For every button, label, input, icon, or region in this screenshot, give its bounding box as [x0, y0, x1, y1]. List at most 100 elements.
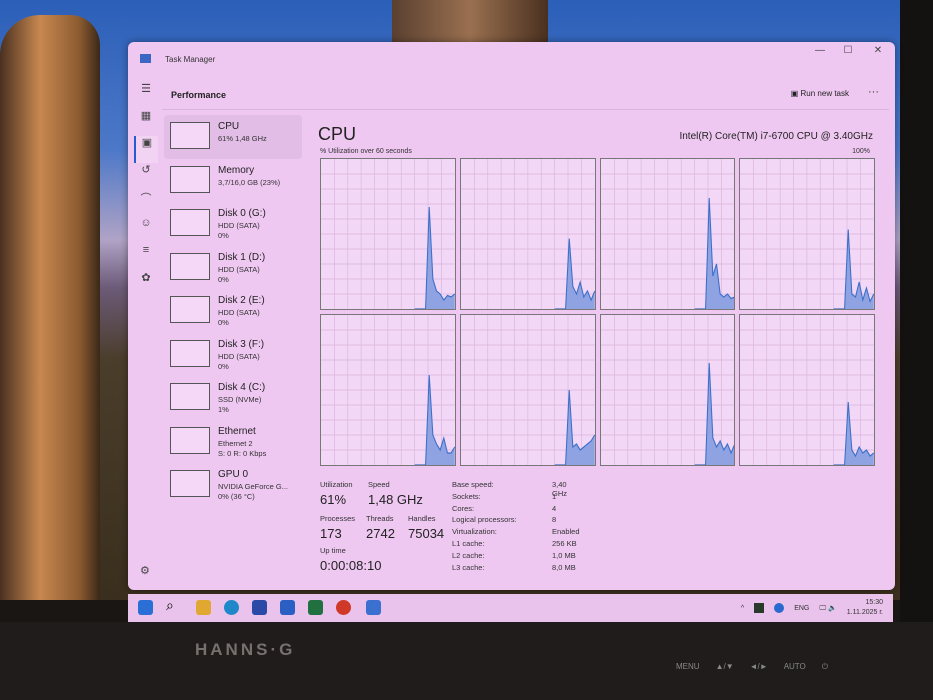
mini-graph: [170, 209, 210, 236]
language-indicator[interactable]: ENG: [794, 605, 809, 612]
processes-value: 173: [320, 526, 342, 541]
services-icon[interactable]: ✿: [134, 271, 158, 298]
mini-graph: [170, 122, 210, 149]
more-options-button[interactable]: ···: [868, 86, 879, 98]
core-graph-5: [459, 314, 596, 466]
monitor-button[interactable]: ◄/►: [750, 662, 768, 672]
uptime-label: Up time: [320, 546, 346, 555]
wallpaper-rock: [0, 15, 100, 600]
start-icon[interactable]: [138, 600, 153, 615]
settings-icon[interactable]: ⚙: [140, 564, 150, 577]
sidebar-item-ethernet[interactable]: Ethernet Ethernet 2 S: 0 R: 0 Kbps: [164, 420, 302, 464]
defender-icon[interactable]: [774, 603, 785, 613]
spec-value: Enabled: [552, 527, 580, 537]
task-manager-icon: [140, 54, 151, 63]
run-task-icon: ▣: [790, 89, 801, 98]
mini-graph: [170, 426, 210, 454]
item-name: Disk 1 (D:): [218, 251, 266, 263]
item-detail: S: 0 R: 0 Kbps: [218, 448, 267, 458]
monitor-button[interactable]: ⏻: [822, 662, 828, 672]
monitor-button[interactable]: MENU: [676, 662, 700, 672]
spec-key: Cores:: [452, 503, 475, 513]
mini-graph: [170, 339, 210, 367]
mini-graph: [170, 252, 210, 280]
sidebar-item-disk-1-d[interactable]: Disk 1 (D:) HDD (SATA) 0%: [164, 246, 302, 290]
show-hidden-icons-button[interactable]: ^: [741, 605, 744, 612]
spec-value: 1,0 MB: [552, 550, 576, 560]
item-detail: 0%: [218, 361, 229, 371]
spec-row: Sockets: 1: [452, 492, 582, 504]
system-tray: ^ ENG 🖵 🔈 15:30 1.11.2025 г.: [741, 598, 883, 618]
users-icon[interactable]: ☺: [134, 217, 158, 244]
spec-value: 8,0 MB: [552, 562, 576, 572]
spec-row: L2 cache: 1,0 MB: [452, 551, 582, 563]
details-icon[interactable]: ≡: [134, 244, 158, 271]
item-name: Disk 3 (F:): [218, 338, 265, 350]
item-detail: Ethernet 2: [218, 438, 253, 448]
threads-label: Threads: [366, 514, 394, 523]
spec-row: L1 cache: 256 KB: [452, 539, 582, 551]
sidebar-item-disk-0-g[interactable]: Disk 0 (G:) HDD (SATA) 0%: [164, 202, 302, 246]
spec-value: 3,40 GHz: [552, 480, 567, 498]
max-percent-label: 100%: [852, 148, 870, 155]
page-title: Performance: [171, 90, 227, 100]
search-icon[interactable]: ⌕: [166, 597, 181, 613]
word-icon[interactable]: [280, 600, 295, 615]
run-new-task-button[interactable]: ▣ Run new task: [791, 89, 849, 98]
sidebar-item-disk-4-c[interactable]: Disk 4 (C:) SSD (NVMe) 1%: [164, 376, 302, 420]
app-history-icon[interactable]: ↺: [134, 163, 158, 190]
close-button[interactable]: ✕: [863, 45, 893, 56]
core-graph-2: [599, 158, 736, 310]
network-volume-icon[interactable]: 🖵 🔈: [819, 604, 836, 613]
sidebar-item-memory[interactable]: Memory 3,7/16,0 GB (23%): [164, 159, 302, 203]
startup-apps-icon[interactable]: ⌒: [134, 190, 158, 217]
core-graphs: [320, 158, 875, 466]
item-detail: 3,7/16,0 GB (23%): [218, 177, 281, 187]
cpu-specs: Base speed: 3,40 GHz Sockets: 1 Cores: 4 Logic…: [452, 480, 582, 574]
run-new-task-label: Run new task: [800, 89, 849, 98]
maximize-button[interactable]: ☐: [833, 45, 863, 56]
processes-icon[interactable]: ▦: [134, 109, 158, 136]
date: 1.11.2025 г.: [846, 609, 883, 616]
sidebar-item-disk-3-f[interactable]: Disk 3 (F:) HDD (SATA) 0%: [164, 333, 302, 377]
performance-icon[interactable]: ▣: [134, 136, 158, 163]
hamburger-menu-icon[interactable]: ☰: [134, 82, 158, 109]
item-name: Disk 2 (E:): [218, 295, 265, 306]
item-detail: HDD (SATA): [218, 351, 260, 361]
clock[interactable]: 15:30 1.11.2025 г.: [847, 598, 883, 618]
monitor-button[interactable]: ▲/▼: [716, 662, 734, 672]
page-header: Performance ▣ Run new task ···: [162, 80, 889, 110]
title-bar[interactable]: Task Manager — ☐ ✕: [128, 42, 895, 76]
excel-icon[interactable]: [308, 600, 323, 615]
file-explorer-icon[interactable]: [196, 600, 211, 615]
sidebar-item-gpu-0[interactable]: GPU 0 NVIDIA GeForce G... 0% (36 °C): [164, 463, 302, 507]
core-graph-7: [739, 314, 875, 466]
mini-graph: [170, 383, 210, 410]
core-graph-1: [459, 158, 596, 310]
item-name: GPU 0: [218, 469, 249, 480]
item-detail: SSD (NVMe): [218, 395, 262, 404]
spec-key: Virtualization:: [452, 527, 497, 537]
item-name: Memory: [218, 164, 255, 176]
monitor-button[interactable]: AUTO: [784, 662, 806, 672]
core-graph-3: [739, 158, 875, 310]
task-manager-taskbar-icon[interactable]: [366, 600, 381, 615]
spec-value: 1: [552, 491, 557, 501]
nvidia-icon[interactable]: [754, 603, 765, 613]
monitor-bezel-bottom: HANNS·G MENU ▲/▼ ◄/► AUTO ⏻: [0, 622, 933, 700]
handles-label: Handles: [408, 514, 436, 523]
minimize-button[interactable]: —: [805, 45, 835, 56]
item-detail: 0%: [218, 274, 229, 284]
processes-label: Processes: [320, 514, 356, 523]
core-graph-6: [599, 314, 736, 466]
sidebar-item-cpu[interactable]: CPU 61% 1,48 GHz: [164, 115, 302, 159]
store-icon[interactable]: [252, 600, 267, 615]
spec-row: Base speed: 3,40 GHz: [452, 480, 582, 498]
edge-icon[interactable]: [224, 600, 239, 615]
sidebar-item-disk-2-e[interactable]: Disk 2 (E:) HDD (SATA) 0%: [164, 289, 302, 333]
powerpoint-icon[interactable]: [336, 600, 351, 615]
core-graph-4: [320, 314, 456, 466]
utilization-axis-label: % Utilization over 60 seconds: [320, 148, 412, 155]
window-title: Task Manager: [165, 55, 216, 64]
utilization-value: 61%: [320, 492, 347, 507]
